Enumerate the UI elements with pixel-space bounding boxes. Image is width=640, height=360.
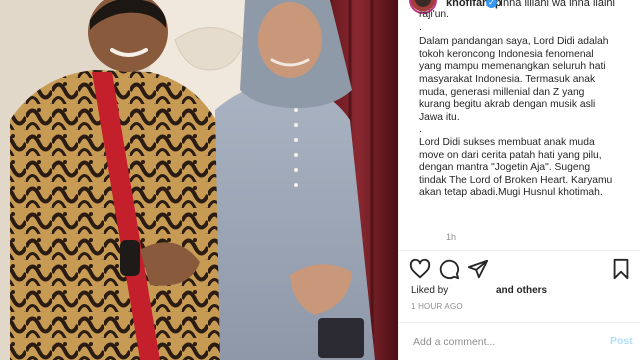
post-comment-button[interactable]: Post	[610, 335, 633, 347]
post-caption: raji'un. . Dalam pandangan saya, Lord Di…	[419, 9, 615, 208]
comment-box: Post	[399, 323, 640, 360]
bookmark-icon[interactable]	[610, 258, 632, 280]
post-timestamp[interactable]: 1 HOUR AGO	[411, 302, 463, 311]
send-icon[interactable]	[467, 258, 489, 280]
caption-line: raji'un.	[419, 9, 450, 20]
post-sidebar: khofifah.ip ✓ Inna lillahi wa inna ilaih…	[398, 0, 640, 360]
caption-first-line: Inna lillahi wa inna ilaihi	[500, 0, 615, 9]
liked-by-others-link[interactable]: and others	[496, 285, 547, 296]
divider	[399, 250, 640, 251]
comment-input[interactable]	[411, 332, 595, 352]
instagram-post-view: khofifah.ip ✓ Inna lillahi wa inna ilaih…	[0, 0, 640, 360]
heart-icon[interactable]	[409, 258, 431, 280]
caption-paragraph-2: Lord Didi sukses membuat anak muda move …	[419, 136, 613, 199]
comment-icon[interactable]	[438, 258, 460, 280]
action-bar	[399, 255, 640, 283]
post-photo[interactable]	[0, 0, 398, 360]
caption-paragraph-1: Dalam pandangan saya, Lord Didi adalah t…	[419, 36, 609, 123]
liked-by-label: Liked by	[411, 285, 449, 296]
caption-dot: .	[419, 21, 422, 33]
caption-separator: .	[419, 124, 422, 136]
post-photo-image	[0, 0, 398, 360]
comment-timestamp[interactable]: 1h	[446, 232, 456, 242]
